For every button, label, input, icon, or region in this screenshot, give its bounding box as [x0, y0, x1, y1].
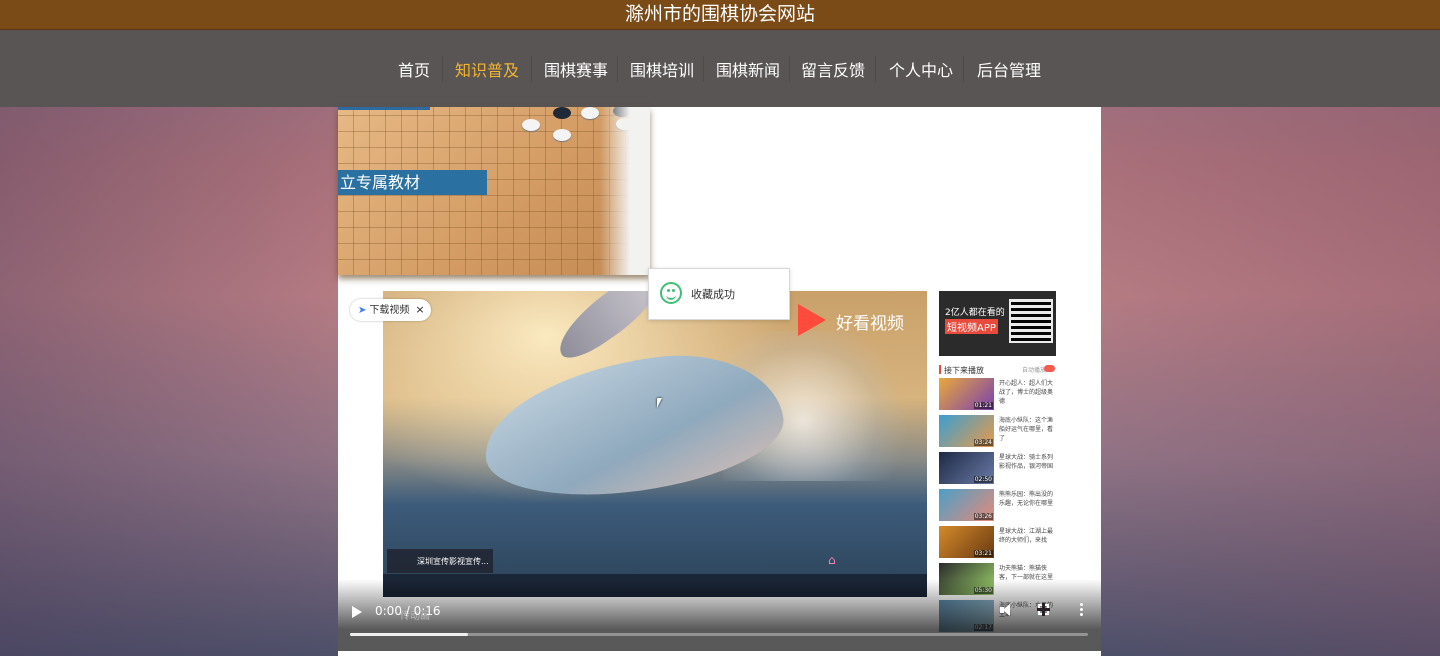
fullscreen-icon[interactable]	[1037, 603, 1050, 616]
rec-title: 海底小纵队：这个渔船好运气在哪里，看了	[999, 417, 1054, 442]
rec-thumbnail: 01:21	[939, 378, 994, 410]
rec-title: 开心超人：超人们大战了，博士的超级奥德	[999, 380, 1054, 405]
rec-title: 星球大战：骑士系列影视作品，银河帝国	[999, 454, 1054, 470]
download-video-label: 下载视频	[369, 305, 410, 316]
progress-fill	[350, 633, 469, 636]
white-stone	[581, 107, 599, 119]
rec-duration: 02:50	[973, 476, 993, 483]
background-right	[1101, 107, 1440, 656]
inner-ad[interactable]: 深圳宣传影视宣传...	[387, 549, 493, 573]
banner-label: 立专属教材	[338, 170, 487, 195]
nav-item-6[interactable]: 个人中心	[889, 57, 953, 81]
nav-divider	[703, 56, 704, 82]
progress-bar[interactable]	[350, 633, 1088, 636]
bird-icon: ➤	[358, 305, 367, 316]
autoplay-label: 自动播放	[1022, 367, 1047, 374]
volume-icon[interactable]	[1000, 603, 1012, 617]
qr-code-icon	[1009, 299, 1053, 343]
white-stone	[522, 119, 540, 131]
rec-thumbnail: 03:26	[939, 489, 994, 521]
video-frame[interactable]: 好看视频 深圳宣传影视宣传... ⌂	[383, 291, 927, 597]
toast-notification: 收藏成功	[648, 268, 790, 320]
background-left	[0, 107, 338, 656]
rec-thumbnail: 02:50	[939, 452, 994, 484]
rec-item[interactable]: 03:21 星球大战：江湖上最终的大师们，来找	[939, 526, 1056, 560]
nav-divider	[789, 56, 790, 82]
rec-item[interactable]: 03:26 熊熊乐园：熊出没的乐趣，无论你在哪里	[939, 489, 1056, 523]
rec-duration: 03:21	[973, 550, 993, 557]
hand-overlay	[600, 107, 650, 275]
site-title: 滁州市的围棋协会网站	[624, 3, 815, 25]
nav-item-0[interactable]: 首页	[398, 57, 430, 81]
nav-item-5[interactable]: 留言反馈	[801, 57, 865, 81]
more-options-icon[interactable]	[1080, 603, 1083, 617]
close-icon[interactable]: ×	[415, 303, 424, 316]
nav-item-1[interactable]: 知识普及	[455, 57, 519, 81]
inner-ad-text: 深圳宣传影视宣传...	[417, 557, 489, 566]
smile-icon	[660, 282, 682, 304]
nav-divider	[963, 56, 964, 82]
native-video-controls: 传动画 0:00 / 0:16	[338, 579, 1101, 651]
rec-item[interactable]: 03:24 海底小纵队：这个渔船好运气在哪里，看了	[939, 415, 1056, 449]
autoplay-toggle[interactable]	[1044, 365, 1055, 372]
toast-message: 收藏成功	[691, 288, 735, 301]
nav-item-3[interactable]: 围棋培训	[630, 57, 694, 81]
mouse-cursor-icon	[657, 398, 662, 408]
download-video-button[interactable]: ➤ 下载视频 ×	[350, 299, 431, 321]
nav-divider	[617, 56, 618, 82]
rec-title: 熊熊乐园：熊出没的乐趣，无论你在哪里	[999, 491, 1054, 507]
rec-item[interactable]: 02:50 星球大战：骑士系列影视作品，银河帝国	[939, 452, 1056, 486]
black-stone	[553, 107, 571, 119]
video-player[interactable]: 好看视频 深圳宣传影视宣传... ⌂ ➤ 下载视频 × 2亿人都在看的 短视频APP…	[338, 291, 1101, 651]
play-icon[interactable]	[352, 606, 362, 618]
recommend-heading: 接下来播放	[939, 365, 984, 376]
app-qr-banner[interactable]: 2亿人都在看的 短视频APP	[939, 291, 1056, 356]
rec-item[interactable]: 01:21 开心超人：超人们大战了，博士的超级奥德	[939, 378, 1056, 412]
nav-item-2[interactable]: 围棋赛事	[544, 57, 608, 81]
rec-thumbnail: 03:21	[939, 526, 994, 558]
qr-line2: 短视频APP	[945, 319, 998, 334]
qr-line1: 2亿人都在看的	[945, 308, 1005, 318]
main-nav: 首页 知识普及 围棋赛事 围棋培训 围棋新闻 留言反馈 个人中心 后台管理	[0, 30, 1440, 107]
rec-duration: 03:26	[973, 513, 993, 520]
rec-thumbnail: 03:24	[939, 415, 994, 447]
white-stone	[553, 129, 571, 141]
nav-divider	[442, 56, 443, 82]
board-image-strip	[338, 107, 430, 110]
nav-divider	[875, 56, 876, 82]
haokan-brand-text: 好看视频	[836, 314, 904, 334]
haokan-brand: 好看视频	[798, 303, 918, 337]
go-board-image: 立专属教材	[338, 107, 650, 275]
rec-duration: 01:21	[973, 402, 993, 409]
site-title-bar: 滁州市的围棋协会网站	[0, 0, 1440, 30]
haokan-logo-icon	[798, 304, 826, 336]
rec-title: 星球大战：江湖上最终的大师们，来找	[999, 528, 1054, 544]
time-display: 0:00 / 0:16	[375, 604, 441, 618]
nav-item-4[interactable]: 围棋新闻	[716, 57, 780, 81]
rec-duration: 03:24	[973, 439, 993, 446]
nav-divider	[531, 56, 532, 82]
nav-item-7[interactable]: 后台管理	[977, 57, 1041, 81]
main-content: 立专属教材 好看视频 深圳宣传影视宣传... ⌂ ➤ 下载视频 × 2亿人都在看的 …	[338, 107, 1101, 656]
